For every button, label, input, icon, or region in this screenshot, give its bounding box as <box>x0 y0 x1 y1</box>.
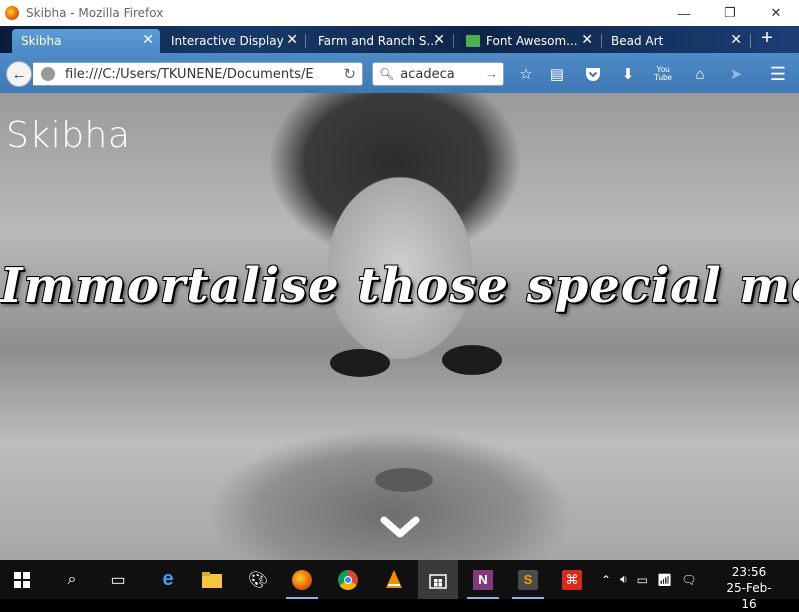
new-tab-button[interactable]: + <box>752 28 782 49</box>
hero-image-mouth <box>375 468 433 492</box>
windows-logo-icon <box>14 571 30 588</box>
firefox-logo-icon <box>5 6 19 20</box>
tab-farm-and-ranch[interactable]: Farm and Ranch S... ✕ <box>309 29 451 53</box>
window-titlebar: Skibha - Mozilla Firefox — ❐ ✕ <box>0 0 799 26</box>
send-icon[interactable]: ➤ <box>725 63 747 85</box>
minimize-icon: — <box>677 5 691 21</box>
clock-date: 25-Feb-16 <box>726 581 772 611</box>
hero-tagline: Immortalise those special moments <box>0 258 799 314</box>
back-button[interactable]: ← <box>6 61 32 87</box>
back-arrow-icon: ← <box>11 65 27 83</box>
search-go-icon[interactable]: → <box>485 66 498 81</box>
site-brand[interactable]: Skibha <box>6 115 130 156</box>
youtube-icon[interactable]: You Tube <box>652 63 674 85</box>
show-hidden-icons-chevron-icon[interactable]: ⌃ <box>601 573 611 587</box>
restore-button[interactable]: ❐ <box>707 0 753 26</box>
tab-separator <box>305 34 306 48</box>
search-taskbar-icon[interactable]: ⌕ <box>52 560 92 599</box>
youtube-label: You Tube <box>654 65 672 82</box>
font-awesome-favicon-icon <box>466 35 480 47</box>
acrobat-icon[interactable]: ⌘ <box>552 560 592 599</box>
store-icon[interactable] <box>418 560 458 599</box>
paint-icon[interactable]: 🎨︎ <box>238 560 278 599</box>
edge-icon[interactable]: e <box>148 560 188 599</box>
tab-label: Font Awesom... <box>486 34 578 48</box>
tab-label: Interactive Display <box>171 34 284 48</box>
tab-separator <box>453 34 454 48</box>
taskbar-clock[interactable]: 23:56 25-Feb-16 <box>719 564 779 612</box>
battery-icon[interactable]: ▭ <box>637 573 648 587</box>
start-button[interactable] <box>2 560 42 599</box>
hero-section: Skibha Immortalise those special moments <box>0 93 799 560</box>
pocket-icon[interactable] <box>582 63 604 85</box>
tab-skibha[interactable]: Skibha ✕ <box>12 29 160 53</box>
wifi-icon[interactable]: 📶︎ <box>657 573 672 587</box>
minimize-button[interactable]: — <box>661 0 707 26</box>
tab-label: Skibha <box>21 34 62 48</box>
onenote-label: N <box>473 569 493 590</box>
tab-bead-art[interactable]: Bead Art ✕ <box>602 29 748 53</box>
search-icon: 🔍︎ <box>379 67 395 81</box>
task-view-icon[interactable]: ▭ <box>98 560 138 599</box>
tab-label: Bead Art <box>611 34 664 48</box>
file-explorer-icon[interactable] <box>192 560 232 599</box>
sublime-label: S <box>518 569 538 590</box>
firefox-taskbar-icon[interactable] <box>282 560 322 599</box>
onenote-icon[interactable]: N <box>463 560 503 599</box>
restore-icon: ❐ <box>724 5 736 20</box>
tab-strip: Skibha ✕ Interactive Display ✕ Farm and … <box>0 26 799 53</box>
clock-time: 23:56 <box>731 565 767 579</box>
close-icon: ✕ <box>770 5 782 20</box>
url-text[interactable]: file:///C:/Users/TKUNENE/Documents/E <box>65 67 335 82</box>
scroll-down-chevron-icon[interactable] <box>380 514 420 542</box>
windows-taskbar: ⌕ ▭ e 🎨︎ N S ⌘ ⌃ 🔉︎ ▭ 📶︎ 🗨︎ 23:56 25-Feb… <box>0 560 799 611</box>
hero-image-eye-left <box>330 349 390 377</box>
tab-close-icon[interactable]: ✕ <box>581 33 593 47</box>
window-title: Skibha - Mozilla Firefox <box>26 6 164 20</box>
search-bar[interactable]: 🔍︎ acadeca → <box>372 62 504 86</box>
home-icon[interactable]: ⌂ <box>689 63 711 85</box>
menu-hamburger-icon[interactable]: ☰ <box>767 63 789 85</box>
vlc-icon[interactable] <box>374 560 414 599</box>
tab-font-awesome[interactable]: Font Awesom... ✕ <box>457 29 599 53</box>
chrome-icon[interactable] <box>328 560 368 599</box>
reading-list-icon[interactable]: ▤ <box>546 63 568 85</box>
system-tray: ⌃ 🔉︎ ▭ 📶︎ 🗨︎ <box>601 560 696 599</box>
close-window-button[interactable]: ✕ <box>753 0 799 26</box>
tab-interactive-display[interactable]: Interactive Display ✕ <box>162 29 304 53</box>
action-center-icon[interactable]: 🗨︎ <box>681 573 696 587</box>
tab-close-icon[interactable]: ✕ <box>433 33 445 47</box>
site-identity-icon[interactable] <box>41 67 55 81</box>
tab-label: Farm and Ranch S... <box>318 34 438 48</box>
reload-icon[interactable]: ↻ <box>343 65 356 83</box>
tab-close-icon[interactable]: ✕ <box>286 33 298 47</box>
volume-icon[interactable]: 🔉︎ <box>620 572 628 587</box>
tab-close-icon[interactable]: ✕ <box>730 33 742 47</box>
downloads-icon[interactable]: ⬇ <box>617 63 639 85</box>
hero-image-eye-right <box>442 345 502 375</box>
url-bar[interactable]: file:///C:/Users/TKUNENE/Documents/E ↻ <box>33 62 363 86</box>
sublime-text-icon[interactable]: S <box>508 560 548 599</box>
search-input[interactable]: acadeca <box>400 67 454 82</box>
tab-separator <box>750 34 751 48</box>
tab-close-icon[interactable]: ✕ <box>142 33 154 47</box>
bookmark-star-icon[interactable]: ☆ <box>515 63 537 85</box>
navigation-toolbar: file:///C:/Users/TKUNENE/Documents/E ↻ ←… <box>0 53 799 93</box>
